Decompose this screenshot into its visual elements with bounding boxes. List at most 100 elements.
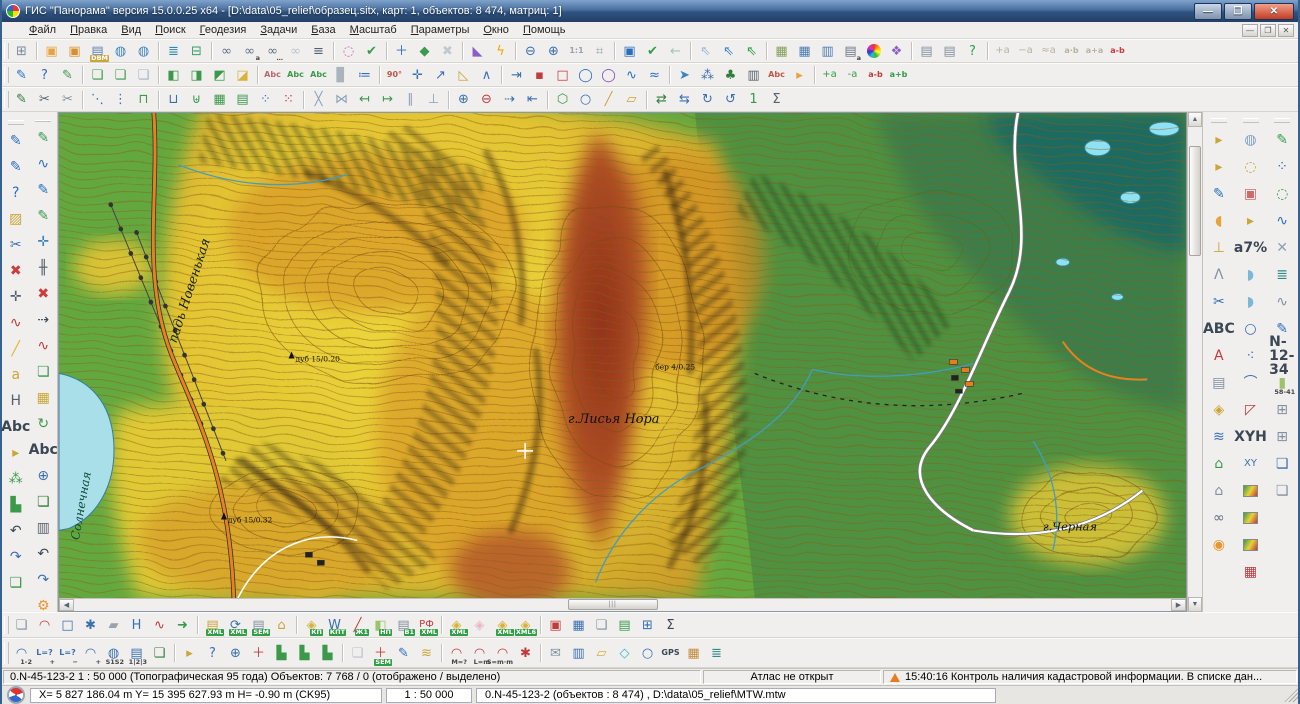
circle-pencil-icon[interactable]: ◯	[574, 64, 597, 86]
steps-123-icon[interactable]: ▤1|2|3	[125, 640, 148, 666]
rect-nodes-icon[interactable]: □	[56, 614, 79, 636]
measure-m-icon[interactable]: ◠M=?	[445, 640, 468, 666]
gray-stack-icon[interactable]: ❏	[346, 640, 369, 666]
square-green-icon[interactable]: ▦	[208, 89, 231, 111]
sheet-nomenclature-icon[interactable]: N-12-34	[1268, 342, 1296, 369]
run-task-icon[interactable]: ϟ	[489, 40, 512, 62]
help-pointer-icon[interactable]: ?	[961, 40, 984, 62]
grid-sheets-2-icon[interactable]: ⊞	[1268, 423, 1296, 450]
label-add-icon[interactable]: Abc	[284, 64, 307, 86]
np-xml-icon[interactable]: ◧НП	[369, 614, 392, 636]
select-rects-icon[interactable]: ▣	[1237, 180, 1265, 207]
node-cross-icon[interactable]: ✛	[406, 64, 429, 86]
list-add-icon[interactable]: ＋	[247, 640, 270, 666]
dots-chart-icon[interactable]: ⁖	[1237, 342, 1265, 369]
flashlight-yellow-icon[interactable]: ▸	[788, 64, 811, 86]
find-disabled-icon[interactable]: ∞	[284, 40, 307, 62]
draw-rake-icon[interactable]: ✎	[3, 154, 29, 180]
xml-document-icon[interactable]: ▤XML	[201, 614, 224, 636]
arrow-join-icon[interactable]: ⇥	[505, 64, 528, 86]
document-pair-icon[interactable]: ❏	[590, 614, 613, 636]
grid-blue-icon[interactable]: ⁘	[254, 89, 277, 111]
flashlight-m-icon[interactable]: ▸	[178, 640, 201, 666]
fold-yellow-icon[interactable]: ▱	[590, 640, 613, 666]
mdi-minimize-button[interactable]: —	[1242, 24, 1258, 37]
text-plus-a-icon[interactable]: +a	[991, 40, 1014, 62]
scroll-right-arrow[interactable]: ▶	[1171, 599, 1186, 611]
redo-icon[interactable]: ↷	[3, 544, 29, 570]
chart-bars-1-icon[interactable]: ▙	[270, 640, 293, 666]
sem-clipboard-icon[interactable]: ▤SEM	[247, 614, 270, 636]
cut-cross-icon[interactable]: ✂	[56, 89, 79, 111]
fit-window-icon[interactable]: ▣	[618, 40, 641, 62]
map-structure-icon[interactable]: ⊟	[185, 40, 208, 62]
edit-curve-icon[interactable]: ∿	[3, 310, 29, 336]
align-rails-icon[interactable]: ╫	[30, 255, 56, 281]
zu-xml-icon[interactable]: ◈XML	[491, 614, 514, 636]
poly-xml-icon[interactable]: ◈XML	[445, 614, 468, 636]
overview-map-icon[interactable]: ▦	[770, 40, 793, 62]
region-points-icon[interactable]: ◌	[1268, 180, 1296, 207]
peaks-icon[interactable]: ∧	[475, 64, 498, 86]
find-icon[interactable]: ∞	[215, 40, 238, 62]
accept-icon[interactable]: ✔	[641, 40, 664, 62]
menu-item[interactable]: Файл	[22, 23, 63, 37]
sem-kit-icon[interactable]: ＋SEM	[369, 640, 392, 666]
zoom-document-icon[interactable]: ⊕	[30, 463, 56, 489]
label-edit-icon[interactable]: Abc	[307, 64, 330, 86]
grid-colored-icon[interactable]: ▦	[682, 640, 705, 666]
flag-one-icon[interactable]: 1	[742, 89, 765, 111]
print-preview-icon[interactable]: ▤	[938, 40, 961, 62]
menu-item[interactable]: Поиск	[148, 23, 192, 37]
poly-close-icon[interactable]: ⬡	[551, 89, 574, 111]
star-nodes-icon[interactable]: ✱	[79, 614, 102, 636]
kp-xml-icon[interactable]: ◈КП	[300, 614, 323, 636]
nodes-pair-icon[interactable]: ⋮	[109, 89, 132, 111]
menu-item[interactable]: Параметры	[404, 23, 477, 37]
divider-compass-icon[interactable]: Λ	[1205, 261, 1233, 288]
smooth-icon[interactable]: ≈	[643, 64, 666, 86]
text-a-b-colored-icon[interactable]: a-b	[1106, 40, 1129, 62]
line-trim-icon[interactable]: ⇤	[521, 89, 544, 111]
menu-item[interactable]: Окно	[476, 23, 516, 37]
pipes-bend-icon[interactable]: ≋	[415, 640, 438, 666]
flashlight-ellipse-icon[interactable]: ◌	[1237, 153, 1265, 180]
sheets-stack-icon[interactable]: ❏	[1268, 450, 1296, 477]
rotate-cw-icon[interactable]: ↻	[696, 89, 719, 111]
profile-chart-icon[interactable]: ∿	[1268, 288, 1296, 315]
globe-direction-icon[interactable]: ➤	[673, 64, 696, 86]
poly-fill-icon[interactable]: ▰	[102, 614, 125, 636]
open-site-icon[interactable]: ▣	[63, 40, 86, 62]
cut-v-icon[interactable]: ✂	[33, 89, 56, 111]
copy-sheets-icon[interactable]: ❏	[10, 614, 33, 636]
poly-nodes-icon[interactable]: ○	[1237, 315, 1265, 342]
house-layers-icon[interactable]: ⌂	[1205, 450, 1233, 477]
zone-dots-icon[interactable]: ⁘	[1268, 153, 1296, 180]
compass-icon[interactable]	[7, 686, 25, 704]
menu-item[interactable]: Правка	[63, 23, 114, 37]
swap-green-icon[interactable]: ⇄	[650, 89, 673, 111]
house-folder-icon[interactable]: ⌂	[270, 614, 293, 636]
scatter-objects-icon[interactable]: ◩	[208, 64, 231, 86]
pencil-nodes-icon[interactable]: ✎	[30, 177, 56, 203]
red-node-icon[interactable]: ▪	[528, 64, 551, 86]
palette-icon[interactable]	[862, 40, 885, 62]
horizontal-scrollbar[interactable]: ◀ ||| ▶	[59, 598, 1186, 611]
bridge-arc-icon[interactable]: ⌒	[1237, 369, 1265, 396]
select-area-icon[interactable]: ◌	[337, 40, 360, 62]
zoom-in-icon[interactable]: ⊕	[542, 40, 565, 62]
poly-pink-icon[interactable]: ◈	[468, 614, 491, 636]
red-frame-table-icon[interactable]: ▣	[544, 614, 567, 636]
menu-item[interactable]: Задачи	[253, 23, 304, 37]
label-color-icon[interactable]: Abc	[765, 64, 788, 86]
geoportal-list-icon[interactable]: ◍	[132, 40, 155, 62]
chart-bars-2-icon[interactable]: ▙	[293, 640, 316, 666]
area-s1s2-icon[interactable]: ◍S1S2	[102, 640, 125, 666]
legend-ranges-icon[interactable]: ▮58-41	[1268, 369, 1296, 396]
pointer-map-icon[interactable]: ⇖	[717, 40, 740, 62]
chart-nodes-icon[interactable]: ⊓	[132, 89, 155, 111]
ruler-icon[interactable]: ╱	[3, 336, 29, 362]
flashlight-2-icon[interactable]: ▸	[1237, 207, 1265, 234]
hatch-circle-icon[interactable]: ◍	[1237, 126, 1265, 153]
zh1-xml-icon[interactable]: ╱Ж1	[346, 614, 369, 636]
